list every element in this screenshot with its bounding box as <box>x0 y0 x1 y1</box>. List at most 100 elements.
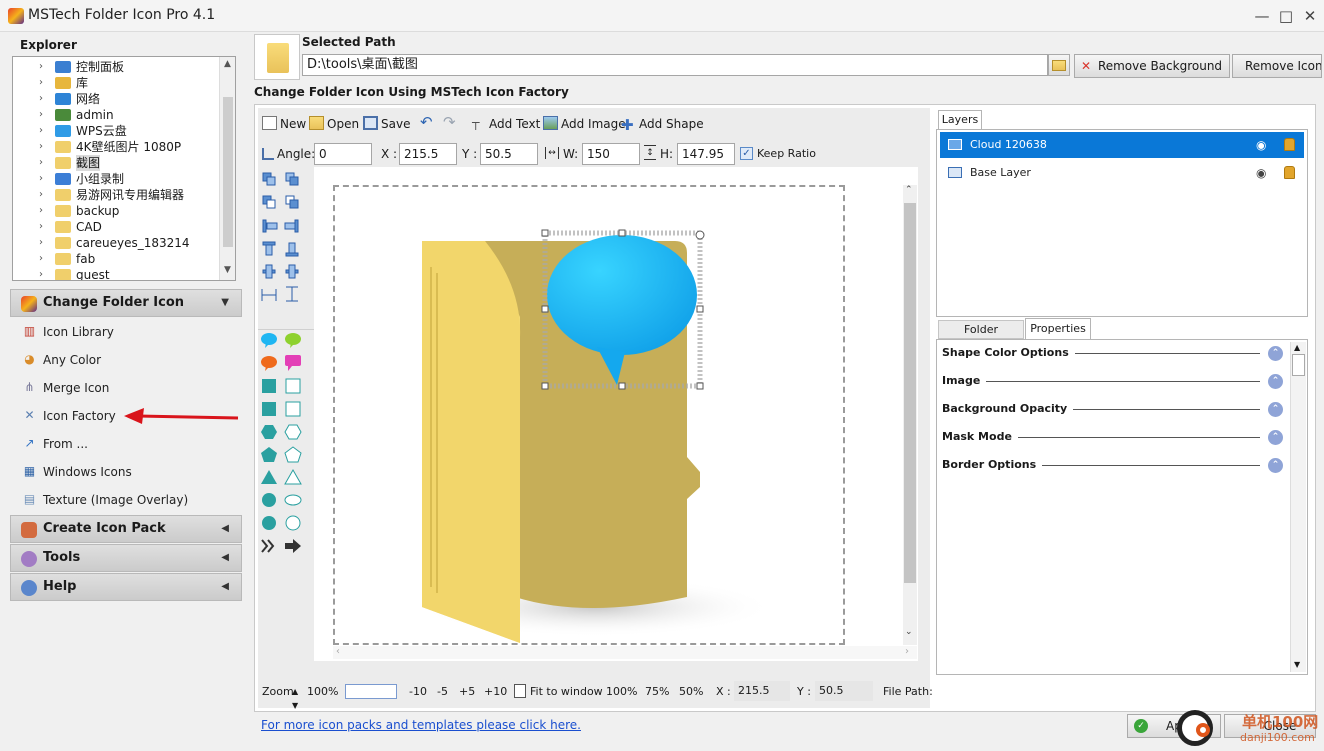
tree-item[interactable]: › 4K壁纸图片 1080P <box>13 139 223 155</box>
tab-layers[interactable]: Layers <box>938 110 982 129</box>
tree-item[interactable]: › backup <box>13 203 223 219</box>
add-text-button[interactable]: ⊤ Add Text <box>471 115 540 133</box>
undo-button[interactable]: ↶ <box>420 113 433 131</box>
chevron-right-icon[interactable]: › <box>39 75 43 91</box>
group-change-folder-icon[interactable]: Change Folder Icon ▼ <box>10 289 242 317</box>
tree-item[interactable]: › WPS云盘 <box>13 123 223 139</box>
chevron-right-icon[interactable]: › <box>905 646 909 657</box>
chevron-right-icon[interactable]: › <box>39 187 43 203</box>
zoom-plus5-button[interactable]: +5 <box>459 685 475 699</box>
zoom-minus10-button[interactable]: -10 <box>409 685 427 699</box>
new-button[interactable]: New <box>262 115 306 133</box>
property-section[interactable]: Shape Color Options ⌃ <box>942 345 1283 361</box>
height-input[interactable]: 147.95 <box>677 143 735 165</box>
keep-ratio-checkbox[interactable]: ✓ <box>740 147 753 160</box>
add-shape-button[interactable]: ✚ Add Shape <box>621 115 704 133</box>
fit-to-window-button[interactable]: Fit to window <box>530 685 603 699</box>
remove-icon-button[interactable]: Remove Icon <box>1232 54 1322 78</box>
angle-input[interactable]: 0 <box>314 143 372 165</box>
add-image-button[interactable]: Add Image <box>543 115 626 133</box>
path-input[interactable]: D:\tools\桌面\截图 <box>302 54 1048 76</box>
redo-button[interactable]: ↷ <box>443 113 456 131</box>
chevron-right-icon[interactable]: › <box>39 251 43 267</box>
tree-item[interactable]: › CAD <box>13 219 223 235</box>
chevron-left-icon[interactable]: ‹ <box>336 646 340 657</box>
minimize-button[interactable]: — <box>1252 6 1272 26</box>
zoom-slider[interactable] <box>345 684 397 699</box>
nav-item[interactable]: ◕ Any Color <box>10 346 242 374</box>
zoom-spinner-icon[interactable]: ▲ ▼ <box>292 685 298 713</box>
chevron-right-icon[interactable]: › <box>39 59 43 75</box>
open-button[interactable]: Open <box>309 115 359 133</box>
chevron-right-icon[interactable]: › <box>39 219 43 235</box>
tree-item[interactable]: › 库 <box>13 75 223 91</box>
properties-scrollbar[interactable]: ▲ ▼ <box>1290 342 1306 672</box>
chevron-down-icon[interactable]: ⌄ <box>905 627 913 637</box>
property-section[interactable]: Mask Mode ⌃ <box>942 429 1283 445</box>
y-input[interactable]: 50.5 <box>480 143 538 165</box>
folder-artwork[interactable] <box>335 187 843 643</box>
layer-row[interactable]: Cloud 120638 ◉ <box>940 132 1304 158</box>
canvas-vscroll-thumb[interactable] <box>904 203 916 583</box>
chevron-right-icon[interactable]: › <box>39 155 43 171</box>
lock-icon[interactable] <box>1284 138 1295 151</box>
nav-item[interactable]: ▤ Texture (Image Overlay) <box>10 486 242 514</box>
chevron-right-icon[interactable]: › <box>39 139 43 155</box>
collapse-icon[interactable]: ⌃ <box>1268 430 1283 445</box>
property-section[interactable]: Image ⌃ <box>942 373 1283 389</box>
zoom-100-button[interactable]: 100% <box>606 685 637 699</box>
layer-row[interactable]: Base Layer ◉ <box>940 160 1304 186</box>
tree-scroll-thumb[interactable] <box>223 97 233 247</box>
tree-item[interactable]: › careueyes_183214 <box>13 235 223 251</box>
scroll-down-icon[interactable]: ▼ <box>1294 660 1300 669</box>
scroll-up-icon[interactable]: ▲ <box>1294 343 1300 352</box>
chevron-right-icon[interactable]: › <box>39 123 43 139</box>
explorer-tree[interactable]: › 控制面板 › 库 › 网络 › admin › WPS云盘 › 4K壁纸图片 1080P › 截图 › 小… <box>12 56 236 281</box>
chevron-right-icon[interactable]: › <box>39 267 43 280</box>
collapse-icon[interactable]: ⌃ <box>1268 458 1283 473</box>
collapse-icon[interactable]: ⌃ <box>1268 402 1283 417</box>
close-window-button[interactable]: ✕ <box>1300 6 1320 26</box>
tree-item[interactable]: › 小组录制 <box>13 171 223 187</box>
browse-button[interactable] <box>1048 54 1070 76</box>
nav-item[interactable]: ⋔ Merge Icon <box>10 374 242 402</box>
zoom-plus10-button[interactable]: +10 <box>484 685 507 699</box>
chevron-right-icon[interactable]: › <box>39 91 43 107</box>
scroll-down-icon[interactable]: ▼ <box>224 265 231 275</box>
maximize-button[interactable]: □ <box>1276 6 1296 26</box>
chevron-right-icon[interactable]: › <box>39 171 43 187</box>
chevron-right-icon[interactable]: › <box>39 235 43 251</box>
collapse-icon[interactable]: ⌃ <box>1268 346 1283 361</box>
zoom-minus5-button[interactable]: -5 <box>437 685 448 699</box>
property-section[interactable]: Border Options ⌃ <box>942 457 1283 473</box>
tab-properties[interactable]: Properties <box>1025 318 1091 339</box>
group-create-icon-pack[interactable]: Create Icon Pack ◀ <box>10 515 242 543</box>
save-button[interactable]: Save <box>363 115 410 133</box>
tree-item[interactable]: › fab <box>13 251 223 267</box>
tree-item[interactable]: › 网络 <box>13 91 223 107</box>
nav-item[interactable]: ▥ Icon Library <box>10 318 242 346</box>
canvas-vscroll[interactable]: ⌃ ⌄ <box>903 185 917 645</box>
lock-icon[interactable] <box>1284 166 1295 179</box>
group-help[interactable]: Help ◀ <box>10 573 242 601</box>
width-input[interactable]: 150 <box>582 143 640 165</box>
eye-icon[interactable]: ◉ <box>1256 132 1266 158</box>
property-section[interactable]: Background Opacity ⌃ <box>942 401 1283 417</box>
collapse-icon[interactable]: ⌃ <box>1268 374 1283 389</box>
group-tools[interactable]: Tools ◀ <box>10 544 242 572</box>
tab-folder-template[interactable]: Folder Template <box>938 320 1024 353</box>
scroll-up-icon[interactable]: ▲ <box>224 59 231 69</box>
tree-item[interactable]: › admin <box>13 107 223 123</box>
chevron-up-icon[interactable]: ⌃ <box>905 185 913 195</box>
zoom-50-button[interactable]: 50% <box>679 685 703 699</box>
tree-item[interactable]: › 截图 <box>13 155 223 171</box>
more-icons-link[interactable]: For more icon packs and templates please… <box>261 718 581 732</box>
tree-item[interactable]: › 控制面板 <box>13 59 223 75</box>
canvas-hscroll[interactable]: ‹ › <box>333 646 917 659</box>
chevron-right-icon[interactable]: › <box>39 107 43 123</box>
nav-item[interactable]: ▦ Windows Icons <box>10 458 242 486</box>
eye-icon[interactable]: ◉ <box>1256 160 1266 186</box>
remove-background-button[interactable]: ✕ Remove Background <box>1074 54 1230 78</box>
tree-item[interactable]: › 易游网讯专用编辑器 <box>13 187 223 203</box>
properties-scroll-thumb[interactable] <box>1292 354 1305 376</box>
